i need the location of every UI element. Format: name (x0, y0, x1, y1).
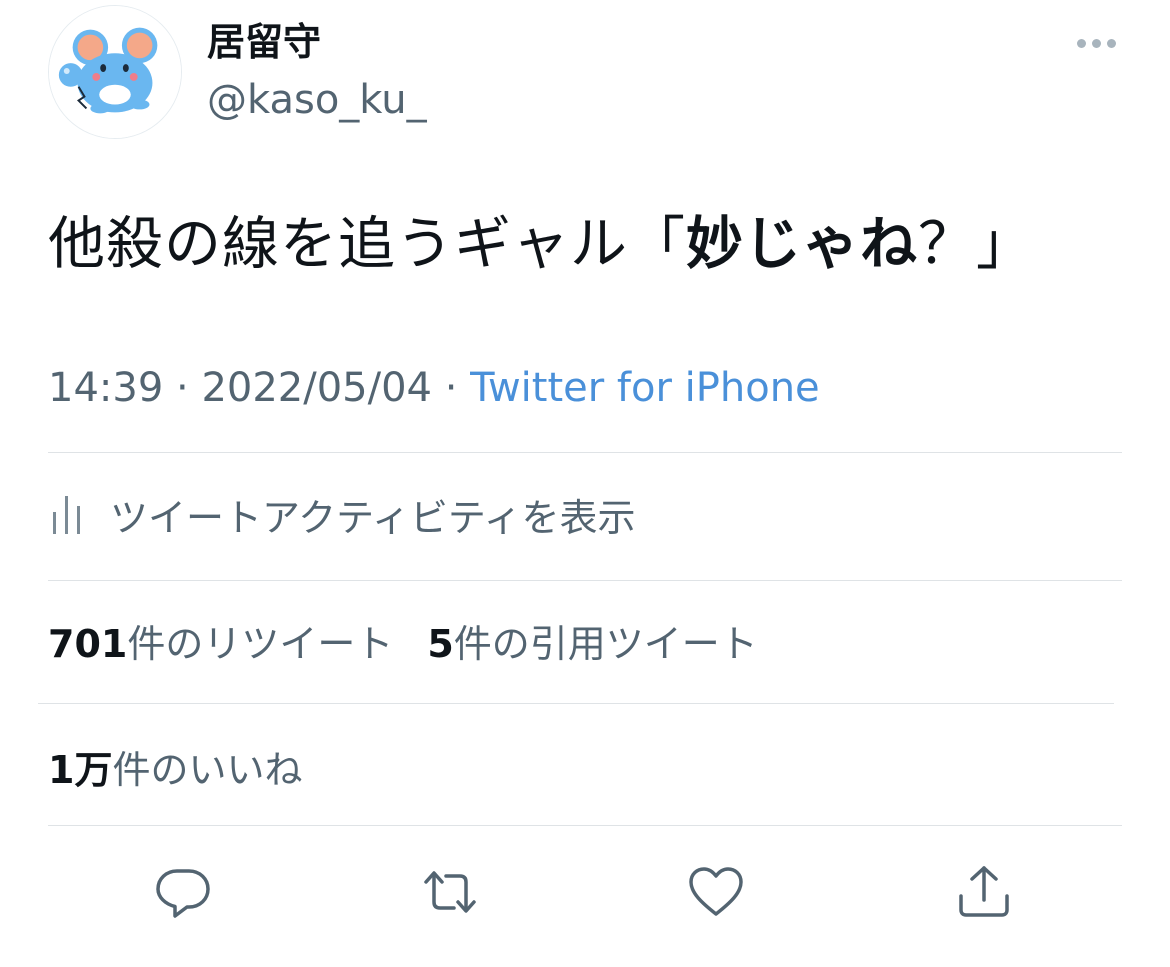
heart-icon (689, 867, 743, 916)
mouse-avatar-icon (49, 6, 181, 138)
likes-stats-row: 1万 件のいいね (48, 736, 302, 796)
divider (48, 452, 1122, 453)
view-activity-label: ツイートアクティビティを表示 (110, 495, 636, 540)
meta-separator: · (163, 365, 202, 411)
likes-stat[interactable]: 1万 件のいいね (48, 739, 302, 794)
analytics-bars-icon (53, 496, 80, 534)
action-bar (0, 856, 1170, 928)
likes-count: 1万 (48, 747, 113, 792)
divider (48, 580, 1122, 581)
view-activity-button[interactable]: ツイートアクティビティを表示 (48, 484, 636, 544)
tweet-detail: 居留守 @kaso_ku_ 他殺の線を追うギャル「妙じゃね？」 14:39 · … (0, 0, 1170, 967)
likes-label: 件のいいね (112, 747, 303, 792)
tweet-text-plain: 他殺の線を追うギャル「 (48, 211, 686, 277)
avatar[interactable] (48, 5, 182, 139)
retweet-stats-row: 701 件のリツイート 5 件の引用ツイート (48, 610, 758, 670)
like-button[interactable] (680, 856, 752, 928)
more-button[interactable] (1068, 28, 1124, 58)
divider (48, 825, 1122, 826)
retweets-count: 701 (48, 621, 128, 666)
reply-icon (156, 869, 210, 918)
meta-separator: · (431, 365, 471, 411)
tweet-meta: 14:39 · 2022/05/04 · Twitter for iPhone (48, 362, 820, 414)
more-dots-icon (1076, 38, 1086, 48)
quotes-label: 件の引用ツイート (453, 621, 758, 666)
divider (38, 703, 1114, 704)
retweet-icon (424, 871, 476, 913)
user-handle[interactable]: @kaso_ku_ (207, 76, 427, 124)
tweet-date[interactable]: 2022/05/04 (201, 365, 432, 411)
tweet-text-tail: ？」 (918, 211, 1034, 277)
quotes-stat[interactable]: 5 件の引用ツイート (427, 613, 757, 668)
reply-button[interactable] (147, 856, 219, 928)
tweet-text-bold: 妙じゃね (686, 211, 918, 277)
more-dot (1091, 38, 1101, 48)
retweets-stat[interactable]: 701 件のリツイート (48, 613, 393, 668)
display-name[interactable]: 居留守 (207, 18, 321, 66)
more-dot (1106, 38, 1116, 48)
tweet-text: 他殺の線を追うギャル「妙じゃね？」 (48, 208, 1034, 280)
tweet-time[interactable]: 14:39 (48, 365, 163, 411)
retweet-button[interactable] (414, 856, 486, 928)
retweets-label: 件のリツイート (127, 621, 394, 666)
share-icon (959, 866, 1009, 917)
tweet-source-link[interactable]: Twitter for iPhone (470, 365, 820, 411)
quotes-count: 5 (427, 621, 454, 666)
share-button[interactable] (948, 856, 1020, 928)
